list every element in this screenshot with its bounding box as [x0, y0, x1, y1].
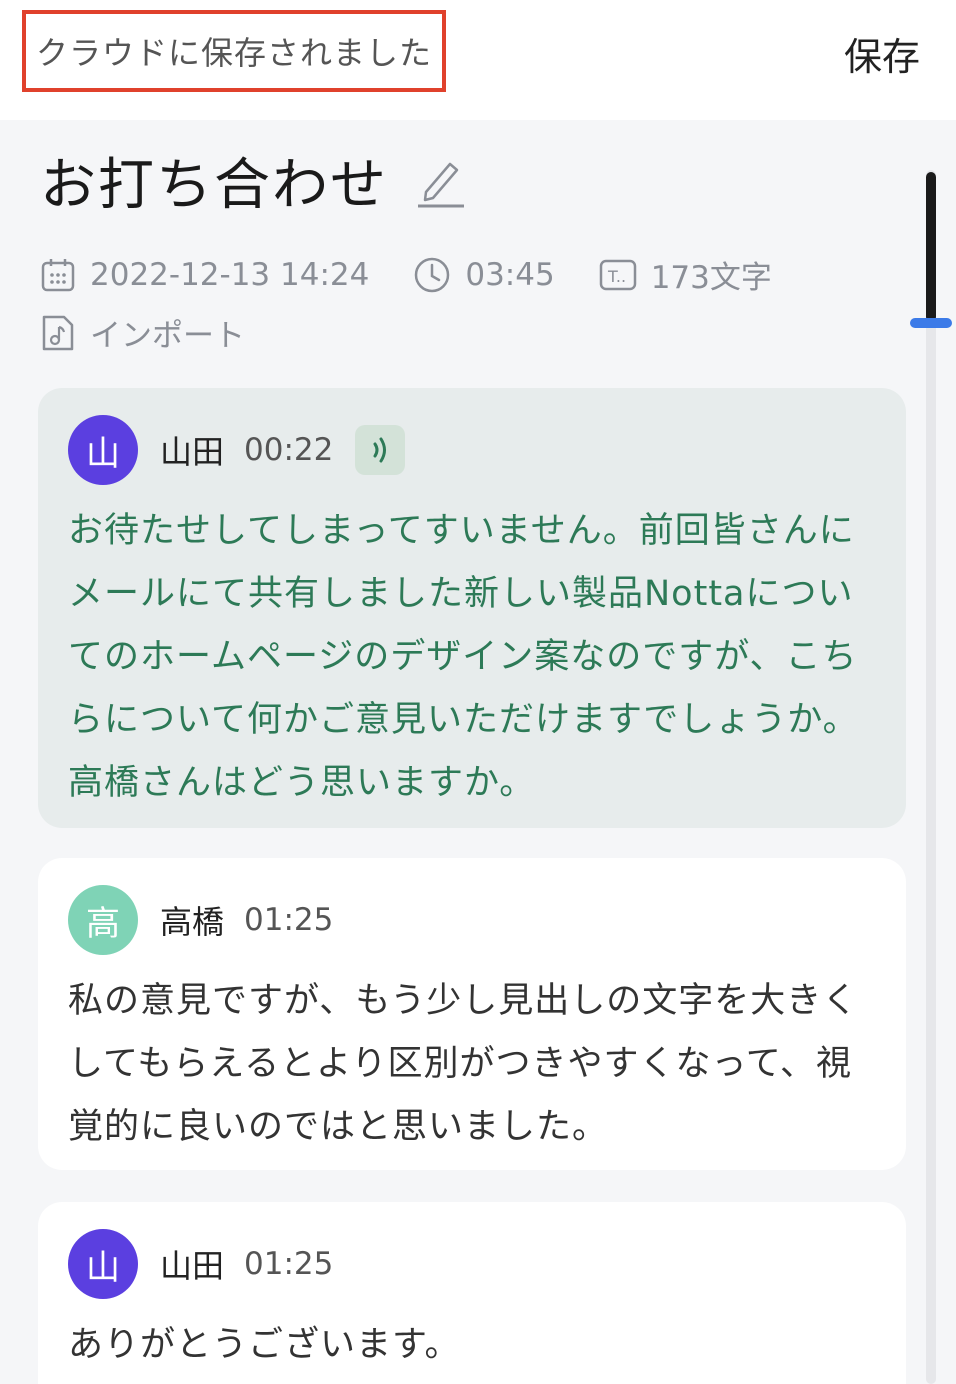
scrollbar-track[interactable] [926, 170, 936, 1384]
sound-wave-icon[interactable] [355, 425, 406, 475]
segment-text[interactable]: ありがとうございます。 [68, 1314, 868, 1377]
segment-header: 山 山田 01:25 [68, 1228, 876, 1300]
scrollbar-thumb[interactable] [926, 172, 936, 322]
svg-text:T..: T.. [607, 267, 626, 286]
meta-char-count: T.. 173文字 [599, 252, 772, 297]
top-bar: クラウドに保存されました 保存 [0, 0, 956, 120]
segment-time[interactable]: 00:22 [244, 432, 333, 468]
meta-source-text: インポート [90, 318, 245, 354]
segment-text[interactable]: 私の意見ですが、もう少し見出しの文字を大きくしてもらえるとより区別がつきやすくな… [68, 970, 868, 1159]
speaker-name: 高橋 [160, 903, 225, 941]
meta-source: インポート [40, 310, 245, 355]
clock-icon [415, 257, 450, 292]
meta-duration: 03:45 [413, 256, 555, 294]
note-title: お打ち合わせ [40, 152, 388, 218]
speaker-name: 山田 [160, 1247, 225, 1285]
segment-time[interactable]: 01:25 [244, 1246, 333, 1282]
calendar-icon [41, 258, 75, 291]
meta-row-2: インポート [40, 310, 289, 355]
meta-row-1: 2022-12-13 14:24 03:45 T.. 173文字 [40, 252, 816, 297]
meta-duration-text: 03:45 [465, 256, 555, 293]
avatar: 山 [68, 1229, 138, 1299]
avatar: 高 [68, 885, 138, 955]
avatar: 山 [68, 415, 138, 485]
transcript-segment[interactable]: 高 高橋 01:25 私の意見ですが、もう少し見出しの文字を大きくしてもらえると… [38, 858, 906, 1170]
segment-text[interactable]: お待たせしてしまってすいません。前回皆さんにメールにて共有しました新しい製品No… [68, 500, 868, 815]
text-count-icon: T.. [599, 259, 636, 290]
cloud-save-status: クラウドに保存されました [22, 10, 446, 92]
meta-char-count-text: 173文字 [650, 260, 772, 296]
pencil-icon[interactable] [416, 152, 468, 208]
segment-time[interactable]: 01:25 [244, 902, 333, 938]
segment-header: 高 高橋 01:25 [68, 884, 876, 956]
transcript-segment[interactable]: 山 山田 01:25 ありがとうございます。 [38, 1202, 906, 1384]
meta-date-text: 2022-12-13 14:24 [90, 256, 370, 293]
segment-header: 山 山田 00:22 [68, 414, 876, 486]
scroll-position-marker[interactable] [910, 318, 952, 328]
meta-date: 2022-12-13 14:24 [40, 257, 369, 293]
transcript-segment[interactable]: 山 山田 00:22 お待たせしてしまってすいません。前回皆さんにメールにて共有… [38, 388, 906, 828]
audio-file-icon [42, 315, 74, 350]
speaker-name: 山田 [160, 433, 225, 471]
save-button[interactable]: 保存 [844, 26, 920, 81]
title-row: お打ち合わせ [40, 140, 468, 220]
